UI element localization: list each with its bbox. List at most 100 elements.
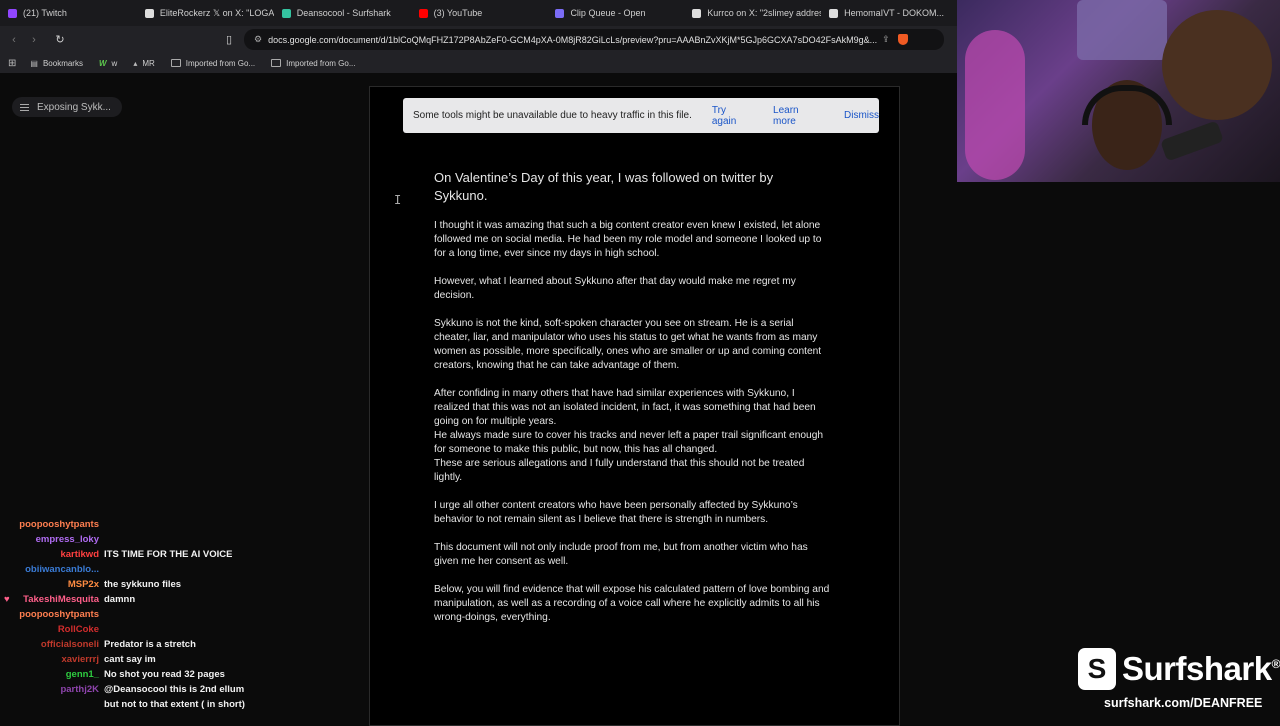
document-heading: On Valentine’s Day of this year, I was f… [434, 169, 854, 205]
apps-grid-icon[interactable]: ⊞ [8, 58, 16, 69]
chat-username [18, 697, 104, 712]
paragraph: I thought it was amazing that such a big… [434, 219, 854, 261]
w-logo-icon: W [98, 58, 107, 68]
text-line: These are serious allegations and I full… [434, 458, 805, 469]
traffic-warning-banner: Some tools might be unavailable due to h… [403, 98, 879, 133]
back-icon[interactable]: ‹ [4, 30, 24, 50]
text-cursor-icon: I [394, 193, 402, 207]
text-line: manipulation, as well as a recording of … [434, 598, 820, 609]
bookmark-folder-1[interactable]: Imported from Go... [170, 59, 255, 68]
headphones [1082, 85, 1172, 125]
tab-youtube[interactable]: (3) YouTube [411, 0, 548, 26]
chat-message: poopooshytpants [0, 607, 300, 622]
bookmark-folder-2[interactable]: Imported from Go... [271, 59, 356, 68]
plush-bear [1162, 10, 1272, 120]
text-line: I thought it was amazing that such a big… [434, 220, 821, 231]
text-line: After confiding in many others that have… [434, 388, 795, 399]
forward-icon[interactable]: › [24, 30, 44, 50]
surfshark-icon [281, 8, 291, 18]
webcam-overlay [957, 0, 1280, 182]
outline-icon [20, 103, 29, 111]
chat-badges [0, 667, 18, 682]
chat-badges [0, 517, 18, 532]
text-line: He always made sure to cover his tracks … [434, 430, 824, 441]
chat-username[interactable]: poopooshytpants [18, 517, 104, 532]
chat-badges [0, 697, 18, 712]
tab-x-hemomal[interactable]: HemomaIVT - DOKOM... [821, 0, 958, 26]
brave-shield-icon[interactable] [897, 34, 908, 45]
bookmark-bookmarks[interactable]: ▤ Bookmarks [30, 59, 83, 68]
chat-username[interactable]: officialsoneli [18, 637, 104, 652]
share-icon[interactable]: ⇪ [882, 34, 890, 45]
chat-username[interactable]: obiiwancanblo... [18, 562, 104, 577]
text-line: However, what I learned about Sykkuno af… [434, 276, 796, 287]
dismiss-link[interactable]: Dismiss [844, 110, 879, 121]
chat-badges [0, 652, 18, 667]
text-line: I urge all other content creators who ha… [434, 500, 798, 511]
chat-username[interactable]: MSP2x [18, 577, 104, 592]
chat-badges [0, 622, 18, 637]
document-body: On Valentine’s Day of this year, I was f… [434, 169, 854, 639]
tab-label: (3) YouTube [433, 8, 483, 18]
try-again-link[interactable]: Try again [712, 105, 753, 127]
x-icon [692, 8, 702, 18]
chat-text: but not to that extent ( in short) [104, 699, 245, 710]
chat-username[interactable]: poopooshytpants [18, 607, 104, 622]
learn-more-link[interactable]: Learn more [773, 105, 824, 127]
chat-message: xavierrrj cant say im [0, 652, 300, 667]
text-line: wrong-doings, everything. [434, 612, 551, 623]
tab-surfshark[interactable]: Deansocool - Surfshark [274, 0, 411, 26]
chat-message: ♥ TakeshiMesquita damnn [0, 592, 300, 607]
bookmark-mr[interactable]: ▴ MR [133, 59, 154, 68]
chat-text: No shot you read 32 pages [104, 669, 225, 680]
chat-username[interactable]: genn1_ [18, 667, 104, 682]
chat-text: @Deansocool this is 2nd ellum [104, 684, 245, 695]
tab-x-kurrco[interactable]: Kurrco on X: "2slimey addresse... [684, 0, 821, 26]
chat-text: the sykkuno files [104, 579, 182, 590]
chat-username[interactable]: parthj2K [18, 682, 104, 697]
paragraph: However, what I learned about Sykkuno af… [434, 275, 854, 303]
tab-label: Kurrco on X: "2slimey addresse... [707, 8, 821, 18]
chat-username[interactable]: RollCoke [18, 622, 104, 637]
youtube-icon [418, 8, 428, 18]
bookmark-star-icon[interactable]: ▯ [219, 30, 239, 50]
stream-chat: poopooshytpants empress_loky kartikwd ITS… [0, 517, 300, 712]
sponsor-url: surfshark.com/DEANFREE [1104, 696, 1263, 710]
text-line: This document will not only include proo… [434, 542, 808, 553]
outline-label: Exposing Sykk... [37, 101, 111, 113]
tab-clip-queue[interactable]: Clip Queue - Open [547, 0, 684, 26]
bookmark-w[interactable]: Ww [99, 59, 117, 68]
text-line: for a long time, ever since my days in h… [434, 248, 660, 259]
paragraph: Below, you will find evidence that will … [434, 583, 854, 625]
x-icon [829, 8, 839, 18]
reload-icon[interactable]: ↻ [50, 30, 70, 50]
chat-username[interactable]: TakeshiMesquita [18, 592, 104, 607]
chat-badges [0, 682, 18, 697]
tab-x-eliterockerz[interactable]: EliteRockerz 𝕏 on X: "LOGAN P... [137, 0, 274, 26]
text-line: given me her consent as well. [434, 556, 569, 567]
url-text: docs.google.com/document/d/1blCoQMqFHZ17… [268, 34, 878, 45]
tab-label: HemomaIVT - DOKOM... [844, 8, 945, 18]
chat-badges [0, 607, 18, 622]
chat-username[interactable]: kartikwd [18, 547, 104, 562]
tab-label: Clip Queue - Open [570, 8, 646, 18]
text-line: behavior to not remain silent as I belie… [434, 514, 769, 525]
tab-twitch[interactable]: (21) Twitch [0, 0, 137, 26]
url-input[interactable]: ⚙ docs.google.com/document/d/1blCoQMqFHZ… [244, 29, 944, 50]
document-page: Some tools might be unavailable due to h… [369, 86, 900, 726]
chat-badges [0, 562, 18, 577]
site-settings-icon[interactable]: ⚙ [254, 34, 262, 45]
chat-badges [0, 532, 18, 547]
paragraph: This document will not only include proo… [434, 541, 854, 569]
chat-message: but not to that extent ( in short) [0, 697, 300, 712]
folder-icon [271, 59, 282, 67]
chat-username[interactable]: xavierrrj [18, 652, 104, 667]
chat-badges [0, 637, 18, 652]
chat-message: kartikwd ITS TIME FOR THE AI VOICE [0, 547, 300, 562]
banner-message: Some tools might be unavailable due to h… [413, 110, 692, 121]
paragraph: After confiding in many others that have… [434, 387, 854, 485]
chat-message: genn1_ No shot you read 32 pages [0, 667, 300, 682]
chat-username[interactable]: empress_loky [18, 532, 104, 547]
chat-message: empress_loky [0, 532, 300, 547]
document-outline-chip[interactable]: Exposing Sykk... [12, 97, 122, 117]
